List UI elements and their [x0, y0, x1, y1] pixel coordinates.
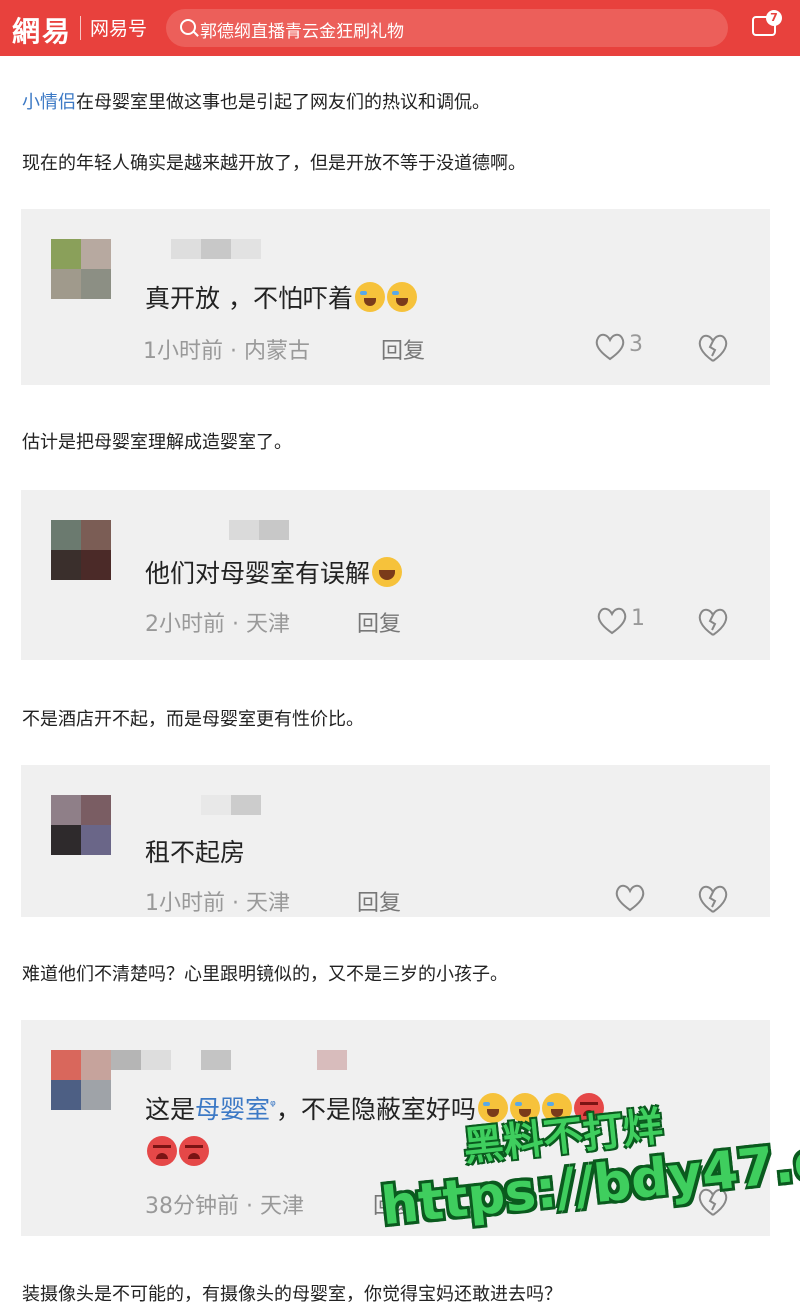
top-bar: 網易 网易号 郭德纲直播青云金狂刷礼物 7 — [0, 0, 800, 56]
angry-emoji — [179, 1136, 209, 1166]
comment-text: 这是母婴室ᵠ，不是隐蔽室好吗 — [145, 1090, 604, 1126]
reply-button[interactable]: 回复 — [357, 606, 401, 638]
avatar[interactable] — [51, 795, 111, 855]
comment-meta: 1小时前 · 内蒙古 — [143, 339, 311, 364]
crying-laughing-emoji — [386, 282, 417, 312]
search-placeholder: 郭德纲直播青云金狂刷礼物 — [200, 22, 404, 42]
angry-emoji — [147, 1136, 177, 1166]
comment-card: 租不起房 1小时前 · 天津 回复 — [21, 765, 770, 917]
like-button[interactable]: 1 — [595, 606, 655, 636]
keyword-link[interactable]: 小情侣 — [22, 92, 76, 113]
article-paragraph: 小情侣在母婴室里做这事也是引起了网友们的热议和调侃。 — [22, 88, 490, 114]
netease-logo[interactable]: 網易 — [12, 10, 72, 50]
angry-emoji — [573, 1093, 604, 1123]
broken-heart-icon[interactable] — [696, 883, 730, 915]
comment-emoji-row — [145, 1136, 209, 1166]
comment-card: 真开放 ，不怕吓着 1小时前 · 内蒙古 回复 3 — [21, 209, 770, 385]
like-button[interactable]: 3 — [593, 332, 663, 362]
comment-card: 他们对母婴室有误解 2小时前 · 天津 回复 1 — [21, 490, 770, 660]
article-paragraph: 不是酒店开不起，而是母婴室更有性价比。 — [22, 709, 364, 730]
username-blurred — [317, 1050, 347, 1070]
crying-laughing-emoji — [477, 1093, 508, 1123]
reply-button[interactable]: 回复 — [357, 885, 401, 917]
username-blurred[interactable] — [111, 1050, 201, 1070]
heart-icon — [615, 884, 645, 912]
like-count: 3 — [629, 332, 643, 357]
search-icon — [180, 19, 196, 35]
article-paragraph: 现在的年轻人确实是越来越开放了，但是开放不等于没道德啊。 — [22, 153, 526, 174]
heart-icon — [597, 607, 627, 635]
broken-heart-icon[interactable] — [696, 606, 730, 638]
paragraph-text: 在母婴室里做这事也是引起了网友们的热议和调侃。 — [76, 92, 490, 113]
reply-button[interactable]: 回复 — [381, 333, 425, 365]
comment-text: 他们对母婴室有误解 — [145, 554, 403, 590]
comment-meta: 2小时前 · 天津 — [145, 612, 291, 637]
like-count: 1 — [631, 606, 645, 631]
article-paragraph: 估计是把母婴室理解成造婴室了。 — [22, 432, 292, 453]
username-blurred — [201, 1050, 231, 1070]
search-bar[interactable]: 郭德纲直播青云金狂刷礼物 — [166, 9, 728, 47]
broken-heart-icon[interactable] — [696, 1186, 730, 1218]
avatar[interactable] — [51, 239, 111, 299]
channel-label[interactable]: 网易号 — [90, 14, 147, 41]
reply-button[interactable]: 回复 — [373, 1188, 417, 1220]
keyword-link[interactable]: 母婴室 — [195, 1095, 270, 1124]
crying-laughing-emoji — [354, 282, 385, 312]
heart-icon — [595, 333, 625, 361]
avatar[interactable] — [51, 1050, 111, 1110]
broken-heart-icon[interactable] — [696, 332, 730, 364]
article-paragraph: 装摄像头是不可能的，有摄像头的母婴室，你觉得宝妈还敢进去吗？ — [22, 1284, 562, 1305]
message-badge: 7 — [766, 10, 782, 26]
avatar[interactable] — [51, 520, 111, 580]
comment-meta: 1小时前 · 天津 — [145, 891, 291, 916]
username-blurred[interactable] — [171, 239, 261, 259]
comment-meta: 38分钟前 · 天津 — [145, 1194, 305, 1219]
article-paragraph: 难道他们不清楚吗？心里跟明镜似的，又不是三岁的小孩子。 — [22, 964, 508, 985]
logo-divider — [80, 16, 81, 40]
username-blurred[interactable] — [201, 795, 261, 815]
comment-card: 这是母婴室ᵠ，不是隐蔽室好吗 38分钟前 · 天津 回复 — [21, 1020, 770, 1236]
comment-text: 真开放 ，不怕吓着 — [145, 279, 417, 315]
laughing-emoji — [372, 557, 403, 587]
crying-laughing-emoji — [541, 1093, 572, 1123]
message-button[interactable]: 7 — [750, 10, 782, 42]
comment-text: 租不起房 — [145, 838, 246, 867]
username-blurred[interactable] — [229, 520, 289, 540]
crying-laughing-emoji — [509, 1093, 540, 1123]
like-button[interactable] — [613, 883, 649, 913]
